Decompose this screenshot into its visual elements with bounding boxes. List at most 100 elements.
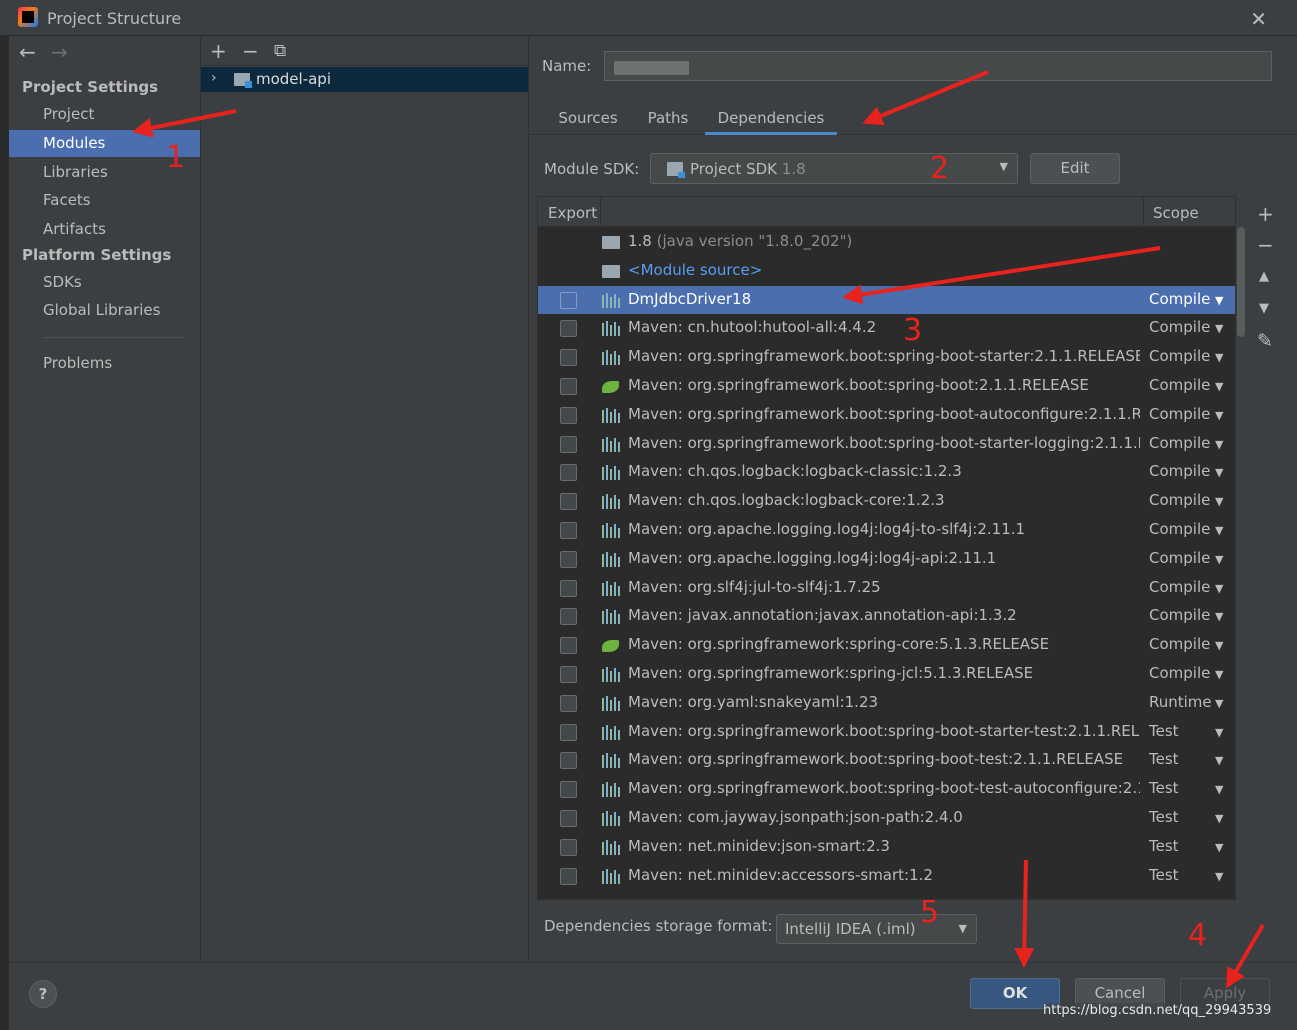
chevron-down-icon[interactable]: ▼ — [1215, 466, 1223, 479]
scope-select[interactable]: Compile — [1149, 491, 1224, 509]
table-row[interactable]: Maven: net.minidev:accessors-smart:1.2 Te… — [538, 862, 1235, 891]
export-checkbox[interactable] — [560, 579, 577, 597]
scope-select[interactable]: Test — [1149, 866, 1224, 884]
scope-select[interactable]: Compile — [1149, 520, 1224, 538]
chevron-down-icon[interactable]: ▼ — [1215, 553, 1223, 566]
export-checkbox[interactable] — [560, 406, 577, 424]
chevron-down-icon[interactable]: ▼ — [1215, 582, 1223, 595]
export-checkbox[interactable] — [560, 320, 577, 338]
export-checkbox[interactable] — [560, 493, 577, 511]
table-row[interactable]: Maven: org.springframework.boot:spring-b… — [538, 430, 1235, 459]
tab-dependencies[interactable]: Dependencies — [705, 109, 837, 135]
chevron-down-icon[interactable]: ▼ — [1215, 524, 1223, 537]
forward-arrow-icon[interactable]: → — [51, 40, 68, 64]
edit-sdk-button[interactable]: Edit — [1030, 153, 1120, 184]
table-row[interactable]: Maven: org.apache.logging.log4j:log4j-to… — [538, 516, 1235, 545]
table-row[interactable]: Maven: org.springframework.boot:spring-b… — [538, 775, 1235, 804]
scope-select[interactable]: Compile — [1149, 635, 1224, 653]
add-icon[interactable]: + — [210, 39, 227, 63]
export-checkbox[interactable] — [560, 809, 577, 827]
tree-node-module[interactable]: › model-api — [201, 67, 528, 92]
scope-select[interactable]: Test — [1149, 779, 1224, 797]
move-down-icon[interactable]: ▼ — [1259, 301, 1269, 316]
scope-select[interactable]: Compile — [1149, 664, 1224, 682]
chevron-down-icon[interactable]: ▼ — [1215, 726, 1223, 739]
export-checkbox[interactable] — [560, 521, 577, 539]
table-row[interactable]: Maven: com.jayway.jsonpath:json-path:2.4… — [538, 804, 1235, 833]
chevron-down-icon[interactable]: ▼ — [1215, 841, 1223, 854]
export-checkbox[interactable] — [560, 608, 577, 626]
export-checkbox[interactable] — [560, 349, 577, 367]
table-row[interactable]: Maven: org.springframework.boot:spring-b… — [538, 718, 1235, 747]
export-checkbox[interactable] — [560, 435, 577, 453]
chevron-down-icon[interactable]: ▼ — [1215, 351, 1223, 364]
chevron-down-icon[interactable]: ▼ — [1215, 495, 1223, 508]
table-row[interactable]: 1.8 (java version "1.8.0_202") — [538, 228, 1235, 257]
table-row[interactable]: Maven: org.springframework.boot:spring-b… — [538, 401, 1235, 430]
add-dependency-icon[interactable]: + — [1257, 202, 1274, 226]
export-checkbox[interactable] — [560, 665, 577, 683]
scope-select[interactable]: Compile — [1149, 549, 1224, 567]
chevron-down-icon[interactable]: ▼ — [1215, 322, 1223, 335]
table-row[interactable]: Maven: org.springframework.boot:spring-b… — [538, 746, 1235, 775]
sidebar-item-artifacts[interactable]: Artifacts — [9, 216, 200, 243]
export-checkbox[interactable] — [560, 723, 577, 741]
scope-select[interactable]: Compile — [1149, 405, 1224, 423]
table-row[interactable]: Maven: org.springframework:spring-core:5… — [538, 631, 1235, 660]
column-header-export[interactable]: Export — [548, 204, 597, 222]
export-checkbox[interactable] — [560, 550, 577, 568]
scope-select[interactable]: Compile — [1149, 290, 1224, 308]
table-row[interactable]: Maven: javax.annotation:javax.annotation… — [538, 602, 1235, 631]
export-checkbox[interactable] — [560, 752, 577, 770]
export-checkbox[interactable] — [560, 867, 577, 885]
table-row[interactable]: Maven: org.yaml:snakeyaml:1.23 Runtime ▼ — [538, 689, 1235, 718]
export-checkbox[interactable] — [560, 464, 577, 482]
scope-select[interactable]: Compile — [1149, 434, 1224, 452]
chevron-down-icon[interactable]: ▼ — [1215, 409, 1223, 422]
scope-select[interactable]: Compile — [1149, 462, 1224, 480]
export-checkbox[interactable] — [560, 694, 577, 712]
scope-select[interactable]: Runtime — [1149, 693, 1224, 711]
export-checkbox[interactable] — [560, 637, 577, 655]
remove-icon[interactable]: − — [242, 39, 259, 63]
scope-select[interactable]: Compile — [1149, 376, 1224, 394]
chevron-down-icon[interactable]: ▼ — [1215, 783, 1223, 796]
table-row[interactable]: Maven: ch.qos.logback:logback-core:1.2.3… — [538, 487, 1235, 516]
table-row[interactable]: Maven: org.springframework.boot:spring-b… — [538, 372, 1235, 401]
chevron-down-icon[interactable]: ▼ — [1215, 668, 1223, 681]
tab-sources[interactable]: Sources — [550, 109, 626, 135]
export-checkbox[interactable] — [560, 377, 577, 395]
tab-paths[interactable]: Paths — [640, 109, 696, 135]
table-row[interactable]: Maven: cn.hutool:hutool-all:4.4.2 Compile… — [538, 314, 1235, 343]
export-checkbox[interactable] — [560, 291, 577, 309]
chevron-down-icon[interactable]: ▼ — [1215, 812, 1223, 825]
module-sdk-select[interactable]: Project SDK 1.8 ▼ — [650, 153, 1018, 184]
sidebar-item-sdks[interactable]: SDKs — [9, 269, 200, 296]
scope-select[interactable]: Compile — [1149, 578, 1224, 596]
export-checkbox[interactable] — [560, 781, 577, 799]
sidebar-item-facets[interactable]: Facets — [9, 187, 200, 214]
table-row[interactable]: Maven: org.springframework:spring-jcl:5.… — [538, 660, 1235, 689]
storage-format-select[interactable]: IntelliJ IDEA (.iml) ▼ — [776, 914, 977, 944]
chevron-down-icon[interactable]: ▼ — [1215, 380, 1223, 393]
sidebar-item-global-libraries[interactable]: Global Libraries — [9, 297, 200, 324]
back-arrow-icon[interactable]: ← — [19, 40, 36, 64]
chevron-down-icon[interactable]: ▼ — [1215, 754, 1223, 767]
chevron-down-icon[interactable]: ▼ — [1215, 610, 1223, 623]
table-scrollbar[interactable] — [1237, 227, 1245, 337]
chevron-down-icon[interactable]: ▼ — [1215, 438, 1223, 451]
close-icon[interactable]: ✕ — [1250, 7, 1267, 31]
table-row[interactable]: Maven: org.apache.logging.log4j:log4j-ap… — [538, 545, 1235, 574]
table-row[interactable]: DmJdbcDriver18 Compile ▼ — [538, 285, 1235, 315]
scope-select[interactable]: Test — [1149, 722, 1224, 740]
table-row[interactable]: Maven: ch.qos.logback:logback-classic:1.… — [538, 458, 1235, 487]
table-row[interactable]: Maven: org.slf4j:jul-to-slf4j:1.7.25 Comp… — [538, 574, 1235, 603]
chevron-down-icon[interactable]: ▼ — [1215, 294, 1223, 307]
scope-select[interactable]: Test — [1149, 837, 1224, 855]
scope-select[interactable]: Compile — [1149, 606, 1224, 624]
sidebar-item-problems[interactable]: Problems — [9, 350, 200, 377]
scope-select[interactable]: Test — [1149, 750, 1224, 768]
edit-pencil-icon[interactable]: ✎ — [1257, 330, 1273, 352]
remove-dependency-icon[interactable]: − — [1257, 233, 1274, 257]
move-up-icon[interactable]: ▲ — [1259, 269, 1269, 284]
